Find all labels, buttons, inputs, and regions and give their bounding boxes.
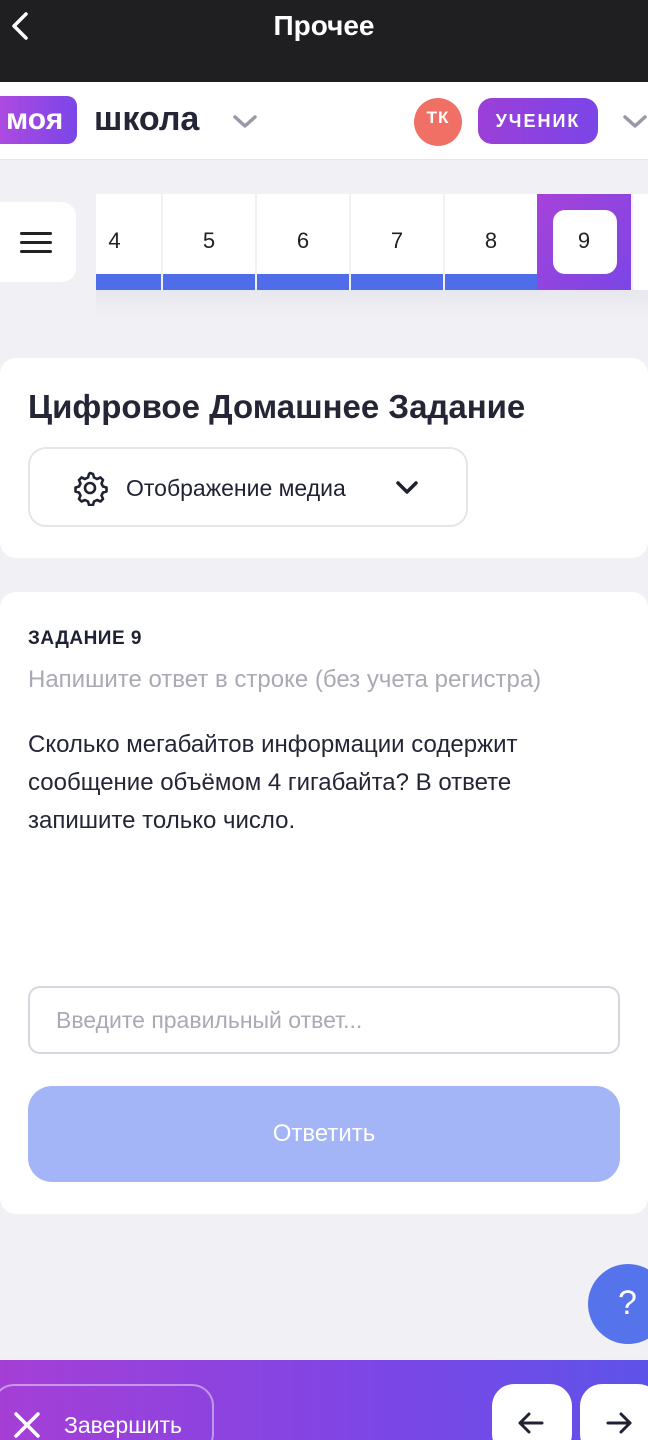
task-number-4[interactable]: 4 (96, 194, 161, 290)
gear-icon (74, 471, 108, 506)
bottom-bar: Завершить (0, 1360, 648, 1440)
logo-moya: моя (0, 96, 78, 144)
role-badge[interactable]: УЧЕНИК (478, 98, 598, 144)
chevron-down-icon[interactable] (230, 112, 260, 132)
logo-shkola: школа (94, 100, 200, 138)
task-number-7[interactable]: 7 (351, 194, 443, 290)
task-number-next[interactable] (633, 194, 648, 290)
answer-input[interactable] (28, 986, 620, 1054)
top-header: Прочее (0, 0, 648, 82)
next-task-button[interactable] (580, 1384, 648, 1440)
arrow-left-icon (518, 1412, 544, 1434)
arrow-right-icon (606, 1412, 632, 1434)
task-number-8[interactable]: 8 (445, 194, 537, 290)
menu-button[interactable] (0, 202, 76, 282)
media-display-dropdown[interactable]: Отображение медиа (28, 447, 468, 527)
finish-button[interactable]: Завершить (0, 1384, 214, 1440)
page-title: Прочее (273, 10, 375, 41)
question-mark-icon: ? (618, 1284, 637, 1322)
task-question: Сколько мегабайтов информации содержит с… (28, 731, 518, 834)
task-number-5[interactable]: 5 (163, 194, 255, 290)
task-number-9[interactable]: 9 (537, 194, 631, 290)
help-button[interactable]: ? (588, 1264, 648, 1344)
chevron-down-icon (396, 481, 418, 494)
task-number-strip: 4 5 6 7 8 9 (96, 194, 648, 320)
finish-label: Завершить (64, 1412, 183, 1438)
section-card: Цифровое Домашнее Задание Отображение ме… (0, 358, 648, 558)
section-title: Цифровое Домашнее Задание (28, 388, 526, 425)
task-label: ЗАДАНИЕ 9 (28, 628, 142, 649)
chevron-down-icon[interactable] (620, 112, 648, 132)
task-hint: Напишите ответ в строке (без учета регис… (28, 666, 542, 693)
close-icon (14, 1412, 40, 1438)
brand-bar: моя школа ТК УЧЕНИК (0, 82, 648, 160)
media-display-label: Отображение медиа (126, 475, 346, 501)
previous-task-button[interactable] (492, 1384, 572, 1440)
submit-answer-button[interactable]: Ответить (28, 1086, 620, 1182)
avatar[interactable]: ТК (414, 98, 462, 146)
task-card: ЗАДАНИЕ 9 Напишите ответ в строке (без у… (0, 592, 648, 1214)
task-number-6[interactable]: 6 (257, 194, 349, 290)
